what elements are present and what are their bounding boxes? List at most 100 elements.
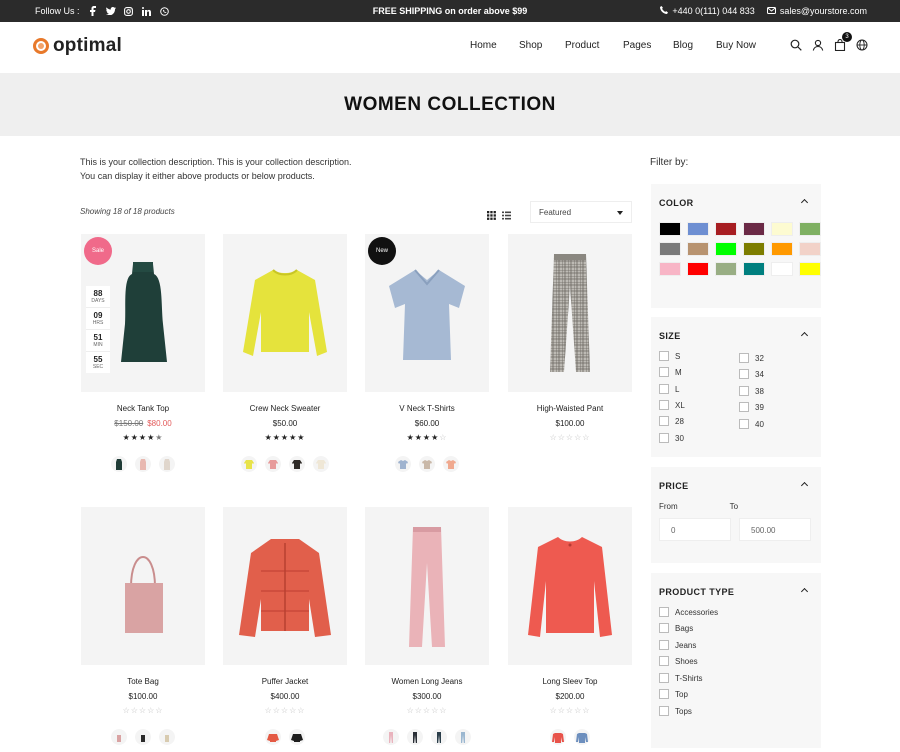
price-to-input[interactable]: 500.00 (739, 518, 811, 541)
product-card[interactable]: Long Sleev Top $200.00 ☆☆☆☆☆ (508, 507, 632, 745)
color-swatch[interactable] (313, 456, 329, 472)
type-option[interactable]: Jeans (659, 640, 696, 650)
color-swatch[interactable] (265, 456, 281, 472)
color-filter-swatch[interactable] (771, 222, 793, 236)
nav-buy-now[interactable]: Buy Now (716, 40, 756, 51)
product-name[interactable]: High-Waisted Pant (508, 404, 632, 413)
product-image[interactable] (223, 234, 347, 392)
size-option[interactable]: XL (659, 400, 685, 410)
size-option[interactable]: 28 (659, 416, 684, 426)
product-image[interactable] (508, 234, 632, 392)
product-image[interactable] (81, 507, 205, 665)
product-image[interactable] (508, 507, 632, 665)
color-swatch[interactable] (135, 729, 151, 745)
nav-home[interactable]: Home (470, 40, 519, 51)
color-swatch[interactable] (455, 729, 471, 745)
product-name[interactable]: Puffer Jacket (223, 677, 347, 686)
color-swatch[interactable] (111, 729, 127, 745)
color-swatch[interactable] (383, 729, 399, 745)
globe-icon[interactable] (856, 39, 868, 51)
color-swatch[interactable] (265, 729, 281, 745)
cart-icon[interactable]: 3 (834, 32, 852, 51)
color-filter-swatch[interactable] (799, 242, 821, 256)
size-option[interactable]: S (659, 351, 680, 361)
color-swatch[interactable] (419, 456, 435, 472)
nav-shop[interactable]: Shop (519, 40, 565, 51)
type-option[interactable]: Top (659, 689, 688, 699)
color-swatch[interactable] (550, 729, 566, 745)
color-filter-swatch[interactable] (687, 262, 709, 276)
type-option[interactable]: Shoes (659, 656, 698, 666)
size-filter-title[interactable]: SIZE (659, 331, 813, 341)
color-filter-swatch[interactable] (799, 262, 821, 276)
color-swatch[interactable] (443, 456, 459, 472)
nav-pages[interactable]: Pages (623, 40, 673, 51)
logo[interactable]: optimal (33, 35, 122, 57)
type-option[interactable]: Tops (659, 706, 692, 716)
color-filter-swatch[interactable] (659, 222, 681, 236)
color-swatch[interactable] (407, 729, 423, 745)
product-name[interactable]: Tote Bag (81, 677, 205, 686)
product-name[interactable]: Long Sleev Top (508, 677, 632, 686)
price-filter-title[interactable]: PRICE (659, 481, 813, 491)
color-swatch[interactable] (431, 729, 447, 745)
color-filter-swatch[interactable] (771, 262, 793, 276)
color-filter-swatch[interactable] (743, 262, 765, 276)
product-card[interactable]: New V Neck T-Shirts $60.00 ★★★★☆ (365, 234, 489, 472)
product-type-filter-title[interactable]: PRODUCT TYPE (659, 587, 813, 597)
color-swatch[interactable] (111, 456, 127, 472)
size-option[interactable]: 38 (739, 386, 764, 396)
product-card[interactable]: Tote Bag $100.00 ☆☆☆☆☆ (81, 507, 205, 745)
color-swatch[interactable] (574, 729, 590, 745)
size-option[interactable]: 34 (739, 369, 764, 379)
product-image[interactable]: New (365, 234, 489, 392)
nav-product[interactable]: Product (565, 40, 623, 51)
size-option[interactable]: 40 (739, 419, 764, 429)
color-swatch[interactable] (241, 456, 257, 472)
color-filter-swatch[interactable] (687, 242, 709, 256)
color-swatch[interactable] (289, 729, 305, 745)
type-option[interactable]: T-Shirts (659, 673, 703, 683)
size-option[interactable]: 32 (739, 353, 764, 363)
color-swatch[interactable] (159, 456, 175, 472)
phone-contact[interactable]: +440 0(111) 044 833 (660, 6, 755, 16)
color-filter-title[interactable]: COLOR (659, 198, 813, 208)
color-swatch[interactable] (289, 456, 305, 472)
color-filter-swatch[interactable] (715, 242, 737, 256)
list-view-icon[interactable] (502, 207, 511, 225)
product-card[interactable]: Sale 88 DAYS 09 HRS 51 MIN 55 SEC Neck Tank … (81, 234, 205, 472)
product-card[interactable]: Women Long Jeans $300.00 ☆☆☆☆☆ (365, 507, 489, 745)
product-card[interactable]: Puffer Jacket $400.00 ☆☆☆☆☆ (223, 507, 347, 745)
color-filter-swatch[interactable] (659, 262, 681, 276)
color-swatch[interactable] (159, 729, 175, 745)
size-option[interactable]: M (659, 367, 682, 377)
color-filter-swatch[interactable] (659, 242, 681, 256)
product-image[interactable] (223, 507, 347, 665)
size-option[interactable]: 30 (659, 433, 684, 443)
size-option[interactable]: L (659, 384, 679, 394)
color-swatch[interactable] (395, 456, 411, 472)
product-card[interactable]: Crew Neck Sweater $50.00 ★★★★★ (223, 234, 347, 472)
email-contact[interactable]: sales@yourstore.com (766, 6, 867, 16)
size-option[interactable]: 39 (739, 402, 764, 412)
color-filter-swatch[interactable] (743, 222, 765, 236)
product-card[interactable]: High-Waisted Pant $100.00 ☆☆☆☆☆ (508, 234, 632, 442)
product-name[interactable]: V Neck T-Shirts (365, 404, 489, 413)
color-filter-swatch[interactable] (715, 262, 737, 276)
color-filter-swatch[interactable] (799, 222, 821, 236)
nav-blog[interactable]: Blog (673, 40, 716, 51)
search-icon[interactable] (790, 39, 802, 51)
color-filter-swatch[interactable] (715, 222, 737, 236)
type-option[interactable]: Bags (659, 623, 693, 633)
product-name[interactable]: Women Long Jeans (365, 677, 489, 686)
grid-view-icon[interactable] (487, 207, 496, 225)
product-image[interactable]: Sale 88 DAYS 09 HRS 51 MIN 55 SEC (81, 234, 205, 392)
account-icon[interactable] (812, 39, 824, 51)
color-filter-swatch[interactable] (771, 242, 793, 256)
price-from-input[interactable]: 0 (659, 518, 731, 541)
color-filter-swatch[interactable] (743, 242, 765, 256)
sort-select[interactable]: Featured (530, 201, 632, 223)
color-filter-swatch[interactable] (687, 222, 709, 236)
color-swatch[interactable] (135, 456, 151, 472)
type-option[interactable]: Accessories (659, 607, 718, 617)
